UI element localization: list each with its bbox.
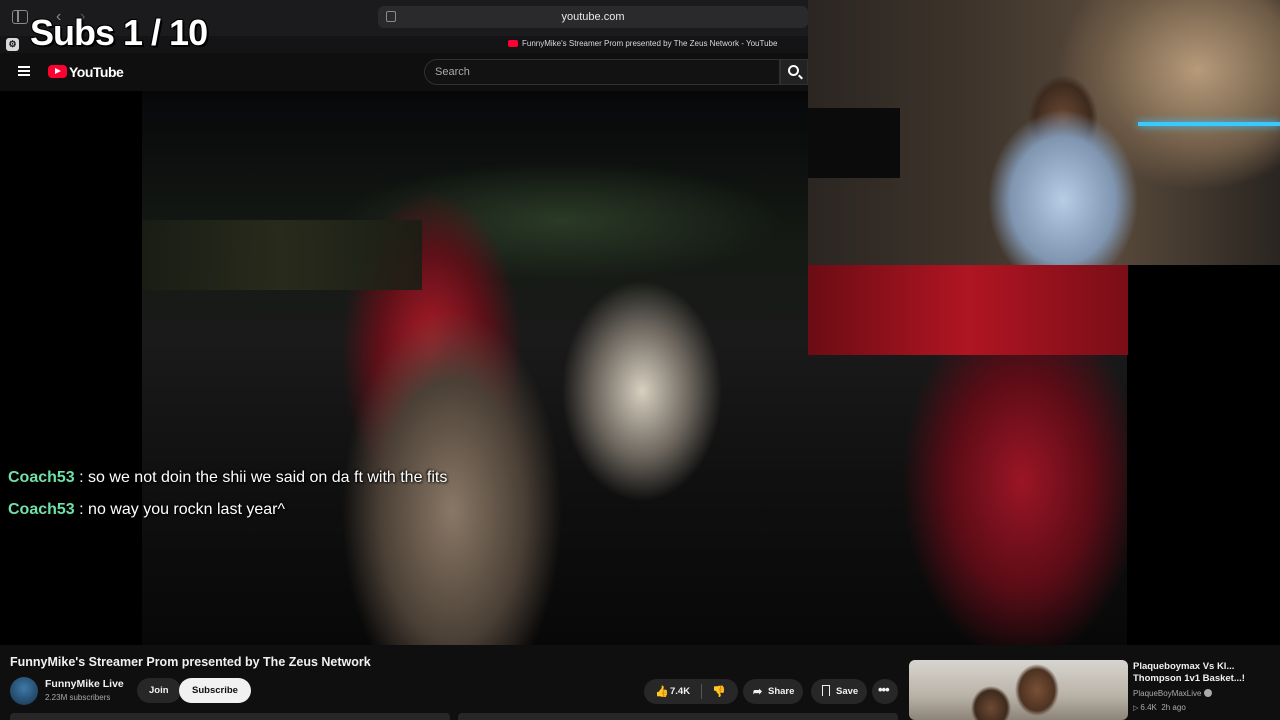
like-count: 7.4K: [670, 686, 691, 697]
video-red-decor: [808, 265, 1128, 355]
recommended-video-views: 6.4K: [1140, 703, 1157, 712]
youtube-logo-icon[interactable]: [48, 65, 67, 78]
extension-icon[interactable]: ⚙: [6, 38, 19, 51]
webcam-tv: [808, 108, 900, 178]
chat-overlay: Coach53 : so we not doin the shii we sai…: [8, 469, 447, 533]
description-box-edge: [10, 713, 450, 720]
tab-title: FunnyMike's Streamer Prom presented by T…: [522, 39, 778, 48]
channel-subscriber-count: 2.23M subscribers: [45, 693, 111, 702]
recommended-channel-name: PlaqueBoyMaxLive: [1133, 689, 1202, 698]
channel-avatar[interactable]: [10, 677, 38, 705]
search-input[interactable]: [424, 59, 780, 85]
join-button[interactable]: Join: [137, 678, 181, 703]
chat-separator: :: [74, 501, 89, 518]
chat-message: Coach53 : so we not doin the shii we sai…: [8, 469, 447, 501]
youtube-logo-text[interactable]: YouTube: [69, 64, 124, 80]
like-dislike-group: 👍 7.4K 👎: [644, 679, 738, 704]
recommended-video-age: 2h ago: [1161, 703, 1186, 712]
chat-text: so we not doin the shii we said on da ft…: [88, 469, 448, 486]
chat-username: Coach53: [8, 501, 75, 518]
search-icon: [788, 65, 799, 76]
video-info-section: FunnyMike's Streamer Prom presented by T…: [0, 645, 1280, 720]
screen: ‹ › youtube.com ⚙ FunnyMike's Streamer P…: [0, 0, 1280, 720]
more-dots-icon: •••: [878, 682, 890, 697]
recommended-video-channel[interactable]: PlaqueBoyMaxLive: [1133, 689, 1213, 698]
streamer-webcam: [808, 0, 1280, 265]
youtube-favicon-icon: [508, 40, 518, 47]
chat-text: no way you rockn last year^: [88, 501, 285, 518]
video-event-backdrop: [142, 220, 422, 290]
channel-name[interactable]: FunnyMike Live: [45, 678, 124, 690]
chat-message: Coach53 : no way you rockn last year^: [8, 501, 447, 533]
subs-counter-overlay: Subs 1 / 10: [30, 12, 208, 53]
more-actions-button[interactable]: •••: [872, 679, 898, 704]
like-divider: [701, 684, 702, 699]
address-text: youtube.com: [561, 11, 625, 23]
recommended-video-meta: ▷ 6.4K 2h ago: [1133, 703, 1186, 712]
active-tab[interactable]: FunnyMike's Streamer Prom presented by T…: [508, 39, 777, 48]
recommended-video-title[interactable]: Plaqueboymax Vs Kl... Thompson 1v1 Baske…: [1133, 661, 1275, 685]
hamburger-menu-icon[interactable]: [18, 66, 30, 76]
youtube-header: YouTube: [0, 53, 808, 91]
chat-username: Coach53: [8, 469, 75, 486]
verified-icon: [1204, 689, 1213, 697]
recommended-video-thumbnail[interactable]: [909, 660, 1128, 720]
chat-separator: :: [74, 469, 89, 486]
webcam-led-strip: [1138, 122, 1280, 126]
video-title: FunnyMike's Streamer Prom presented by T…: [10, 655, 371, 669]
subscribe-button[interactable]: Subscribe: [179, 678, 251, 703]
share-label: Share: [768, 686, 795, 697]
save-label: Save: [836, 686, 859, 697]
sidebar-toggle-icon[interactable]: [12, 10, 28, 24]
live-play-icon: ▷: [1133, 705, 1139, 712]
address-bar[interactable]: youtube.com: [378, 6, 808, 28]
save-button[interactable]: Save: [811, 679, 867, 704]
thumbs-down-icon[interactable]: 👎: [712, 685, 726, 698]
share-icon: ➦: [753, 686, 763, 698]
share-button[interactable]: ➦ Share: [743, 679, 803, 704]
search-button[interactable]: [780, 59, 808, 85]
bookmark-icon: [822, 685, 830, 696]
thumbs-up-icon: 👍: [655, 686, 669, 698]
like-button[interactable]: 👍 7.4K: [644, 679, 700, 704]
comments-box-edge: [458, 713, 898, 720]
